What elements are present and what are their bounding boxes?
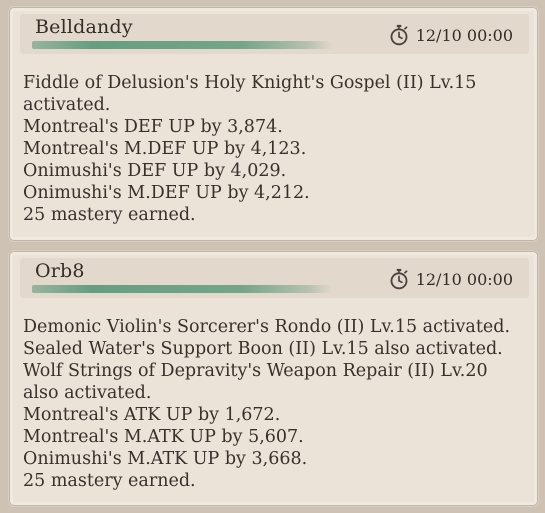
message-card: Belldandy 12/10 00:00 Fiddle of Delusion…	[9, 7, 538, 241]
message-line: Sealed Water's Support Boon (II) Lv.15 a…	[23, 339, 503, 359]
message-line: Montreal's DEF UP by 3,874.	[23, 117, 283, 137]
sender-name: Orb8	[35, 260, 85, 282]
message-line: Onimushi's M.DEF UP by 4,212.	[23, 183, 310, 203]
message-header: Belldandy 12/10 00:00	[20, 14, 529, 54]
stopwatch-icon	[390, 268, 408, 290]
message-line: Montreal's M.DEF UP by 4,123.	[23, 139, 307, 159]
message-line: Montreal's M.ATK UP by 5,607.	[23, 427, 304, 447]
name-highlight-bar	[32, 41, 332, 49]
stopwatch-icon	[390, 24, 408, 46]
message-line: Onimushi's M.ATK UP by 3,668.	[23, 449, 308, 469]
sender-name: Belldandy	[35, 16, 133, 38]
message-body: Demonic Violin's Sorcerer's Rondo (II) L…	[23, 316, 528, 492]
message-line: Fiddle of Delusion's Holy Knight's Gospe…	[23, 73, 477, 93]
message-card: Orb8 12/10 00:00 Demonic Violin's Sorcer…	[9, 251, 538, 506]
message-body: Fiddle of Delusion's Holy Knight's Gospe…	[23, 72, 528, 226]
message-line: Demonic Violin's Sorcerer's Rondo (II) L…	[23, 317, 511, 337]
message-time: 12/10 00:00	[415, 25, 513, 45]
timestamp: 12/10 00:00	[388, 268, 513, 290]
message-line: also activated.	[23, 383, 152, 403]
message-line: activated.	[23, 95, 111, 115]
message-time: 12/10 00:00	[415, 269, 513, 289]
timestamp: 12/10 00:00	[388, 24, 513, 46]
message-line: 25 mastery earned.	[23, 205, 196, 225]
name-highlight-bar	[32, 285, 332, 293]
message-header: Orb8 12/10 00:00	[20, 258, 529, 298]
message-line: Wolf Strings of Depravity's Weapon Repai…	[23, 361, 488, 381]
message-line: Onimushi's DEF UP by 4,029.	[23, 161, 287, 181]
message-line: Montreal's ATK UP by 1,672.	[23, 405, 281, 425]
message-line: 25 mastery earned.	[23, 471, 196, 491]
